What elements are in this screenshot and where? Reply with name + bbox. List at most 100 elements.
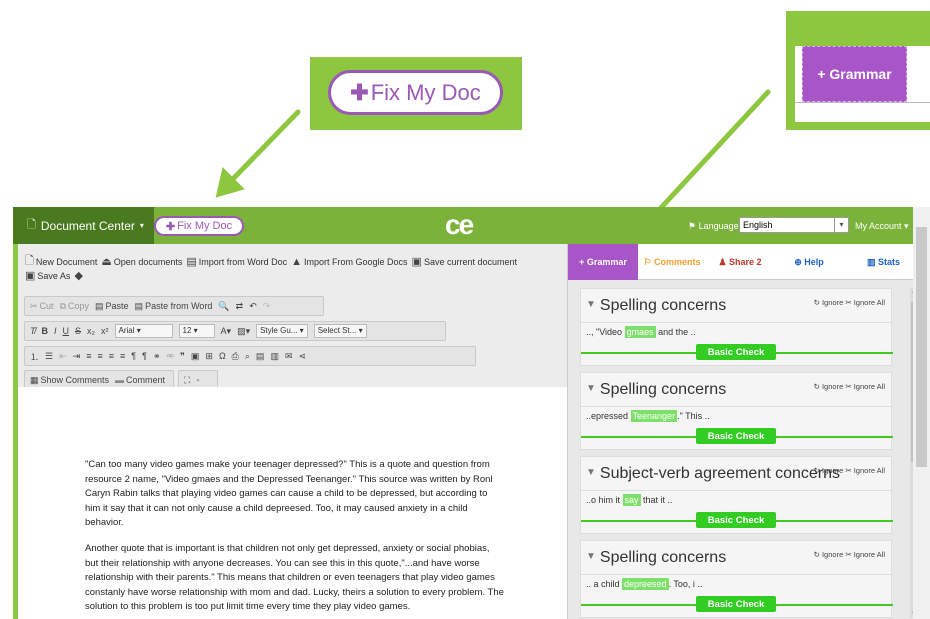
select-style-select[interactable]: Select St... ▾ bbox=[313, 324, 367, 338]
bold-icon[interactable]: B bbox=[42, 326, 49, 336]
paragraph-2: Another quote that is important is that … bbox=[85, 543, 504, 613]
paste-label: Paste bbox=[105, 301, 129, 311]
font-select[interactable]: Arial ▾ bbox=[114, 324, 173, 338]
fix-my-doc-button[interactable]: ✚ Fix My Doc bbox=[154, 216, 244, 236]
align-center-icon[interactable]: ≡ bbox=[97, 351, 102, 361]
print-icon[interactable]: ⎙ bbox=[232, 351, 239, 362]
italic-icon[interactable]: I bbox=[54, 326, 57, 336]
numbered-list-icon[interactable]: ⒈ bbox=[30, 350, 39, 363]
text-color-icon[interactable]: A▾ bbox=[221, 326, 232, 337]
window-scrollbar[interactable] bbox=[913, 207, 930, 619]
save-document-label: Save current document bbox=[423, 256, 517, 267]
email-icon[interactable]: ✉ bbox=[285, 351, 293, 362]
quote-icon[interactable]: ❞ bbox=[180, 351, 185, 362]
image-icon[interactable]: ▣ bbox=[191, 351, 200, 362]
ignore-button[interactable]: ↻ Ignore bbox=[814, 466, 844, 475]
cut-button[interactable]: ✂ Cut bbox=[30, 301, 54, 312]
issue-title-text: Spelling concerns bbox=[599, 381, 727, 398]
language-select[interactable]: English ▾ bbox=[739, 217, 849, 233]
link-icon[interactable]: ⚭ bbox=[153, 351, 161, 362]
ignore-all-button[interactable]: ✂ Ignore All bbox=[845, 550, 885, 559]
flagged-word[interactable]: gmaes bbox=[624, 326, 656, 338]
table-icon[interactable]: ⊞ bbox=[205, 351, 213, 362]
chart-icon: ▥ bbox=[866, 256, 876, 267]
save-as-button[interactable]: ▣ Save As bbox=[25, 269, 70, 282]
document-props-icon[interactable]: ▥ bbox=[270, 351, 279, 362]
style-select[interactable]: Style Gu... ▾ bbox=[256, 324, 308, 338]
ignore-all-button[interactable]: ✂ Ignore All bbox=[845, 298, 885, 307]
ltr-icon[interactable]: ¶ bbox=[131, 351, 136, 361]
justify-icon[interactable]: ≡ bbox=[120, 351, 125, 361]
issue-card[interactable]: ▼ Spelling concerns ↻ Ignore ✂ Ignore All… bbox=[580, 540, 893, 618]
tag-icon[interactable]: ◆ bbox=[74, 269, 82, 282]
comment-button[interactable]: ▬ Comment bbox=[115, 375, 165, 385]
ignore-button[interactable]: ↻ Ignore bbox=[814, 382, 844, 391]
issue-card[interactable]: ▼ Spelling concerns ↻ Ignore ✂ Ignore All… bbox=[580, 288, 893, 366]
document-center-label: Document Center bbox=[40, 218, 135, 233]
document-center-menu[interactable]: 🗋 Document Center ▾ bbox=[13, 207, 154, 244]
tab-share[interactable]: ♟ Share 2 bbox=[706, 244, 774, 280]
my-account-menu[interactable]: My Account ▾ bbox=[855, 221, 909, 232]
template-icon[interactable]: ▤ bbox=[256, 351, 265, 362]
import-google-button[interactable]: ▲ Import From Google Docs bbox=[291, 256, 407, 268]
grammar-callout-divider bbox=[795, 102, 930, 103]
editor-content[interactable]: "Can too many video games make your teen… bbox=[18, 387, 568, 619]
ignore-button[interactable]: ↻ Ignore bbox=[814, 550, 844, 559]
tab-stats[interactable]: ▥ Stats bbox=[844, 244, 923, 280]
preview-icon[interactable]: ⌕ bbox=[245, 351, 250, 362]
tab-grammar[interactable]: + Grammar bbox=[568, 244, 638, 280]
comment-label: Comment bbox=[126, 375, 166, 385]
copy-icon: ⧉ bbox=[59, 300, 66, 311]
size-select[interactable]: 12 ▾ bbox=[178, 324, 215, 338]
rtl-icon[interactable]: ¶ bbox=[142, 351, 147, 361]
align-right-icon[interactable]: ≡ bbox=[109, 351, 114, 361]
card-divider bbox=[581, 406, 893, 407]
align-left-icon[interactable]: ≡ bbox=[86, 351, 91, 361]
bullet-list-icon[interactable]: ☰ bbox=[45, 351, 53, 362]
flag-icon: ⚐ bbox=[643, 256, 652, 267]
tab-comments[interactable]: ⚐ Comments bbox=[638, 244, 706, 280]
show-comments-button[interactable]: ▦ Show Comments bbox=[30, 375, 109, 386]
bg-color-icon[interactable]: ▨▾ bbox=[237, 326, 250, 337]
ignore-all-button[interactable]: ✂ Ignore All bbox=[845, 466, 885, 475]
import-word-button[interactable]: ▤ Import from Word Doc bbox=[186, 255, 287, 268]
ignore-all-button[interactable]: ✂ Ignore All bbox=[845, 382, 885, 391]
undo-icon[interactable]: ↶ bbox=[249, 301, 257, 312]
collapse-icon[interactable]: ▼ bbox=[586, 299, 596, 310]
flagged-word[interactable]: depreesed bbox=[622, 578, 669, 590]
replace-icon[interactable]: ⇄ bbox=[236, 301, 244, 312]
find-icon[interactable]: 🔍 bbox=[218, 301, 229, 312]
indent-icon[interactable]: ⇥ bbox=[73, 351, 81, 362]
issue-card[interactable]: ▼ Subject-verb agreement concerns ↻ Ignor… bbox=[580, 456, 893, 534]
collapse-icon[interactable]: ▼ bbox=[586, 467, 596, 478]
copy-button[interactable]: ⧉ Copy bbox=[60, 301, 89, 312]
ignore-button[interactable]: ↻ Ignore bbox=[814, 298, 844, 307]
window-scroll-thumb[interactable] bbox=[916, 227, 927, 467]
flagged-word[interactable]: say bbox=[622, 494, 641, 506]
outdent-icon[interactable]: ⇤ bbox=[59, 351, 67, 362]
blocks-icon[interactable]: ▪ bbox=[196, 375, 199, 385]
maximize-icon[interactable]: ⛶ bbox=[184, 375, 190, 386]
card-divider bbox=[581, 490, 893, 491]
subscript-icon[interactable]: x₂ bbox=[87, 326, 95, 336]
collapse-icon[interactable]: ▼ bbox=[586, 383, 596, 394]
open-documents-button[interactable]: ⏏ Open documents bbox=[101, 255, 182, 268]
collapse-icon[interactable]: ▼ bbox=[586, 551, 596, 562]
redo-icon[interactable]: ↷ bbox=[263, 301, 271, 312]
underline-icon[interactable]: U bbox=[63, 326, 70, 336]
flagged-word[interactable]: Teenanger bbox=[630, 410, 678, 422]
superscript-icon[interactable]: x² bbox=[101, 326, 109, 336]
paste-word-button[interactable]: ▤ Paste from Word bbox=[135, 301, 213, 312]
paste-button[interactable]: ▤ Paste bbox=[95, 301, 129, 312]
omega-icon[interactable]: Ω bbox=[219, 351, 226, 361]
ignore-label: Ignore bbox=[821, 466, 844, 475]
strikethrough-icon[interactable]: S bbox=[75, 326, 81, 336]
save-document-button[interactable]: ▣ Save current document bbox=[412, 255, 517, 268]
share-icon[interactable]: ⋖ bbox=[299, 351, 307, 362]
context-after: . Too, i .. bbox=[668, 579, 703, 589]
issue-card[interactable]: ▼ Spelling concerns ↻ Ignore ✂ Ignore All… bbox=[580, 372, 893, 450]
clear-format-icon[interactable]: T̸ bbox=[30, 326, 36, 336]
unlink-icon[interactable]: ⚮ bbox=[166, 351, 174, 362]
tab-help[interactable]: ⊕ Help bbox=[774, 244, 844, 280]
context-before: .. a child bbox=[586, 579, 623, 589]
